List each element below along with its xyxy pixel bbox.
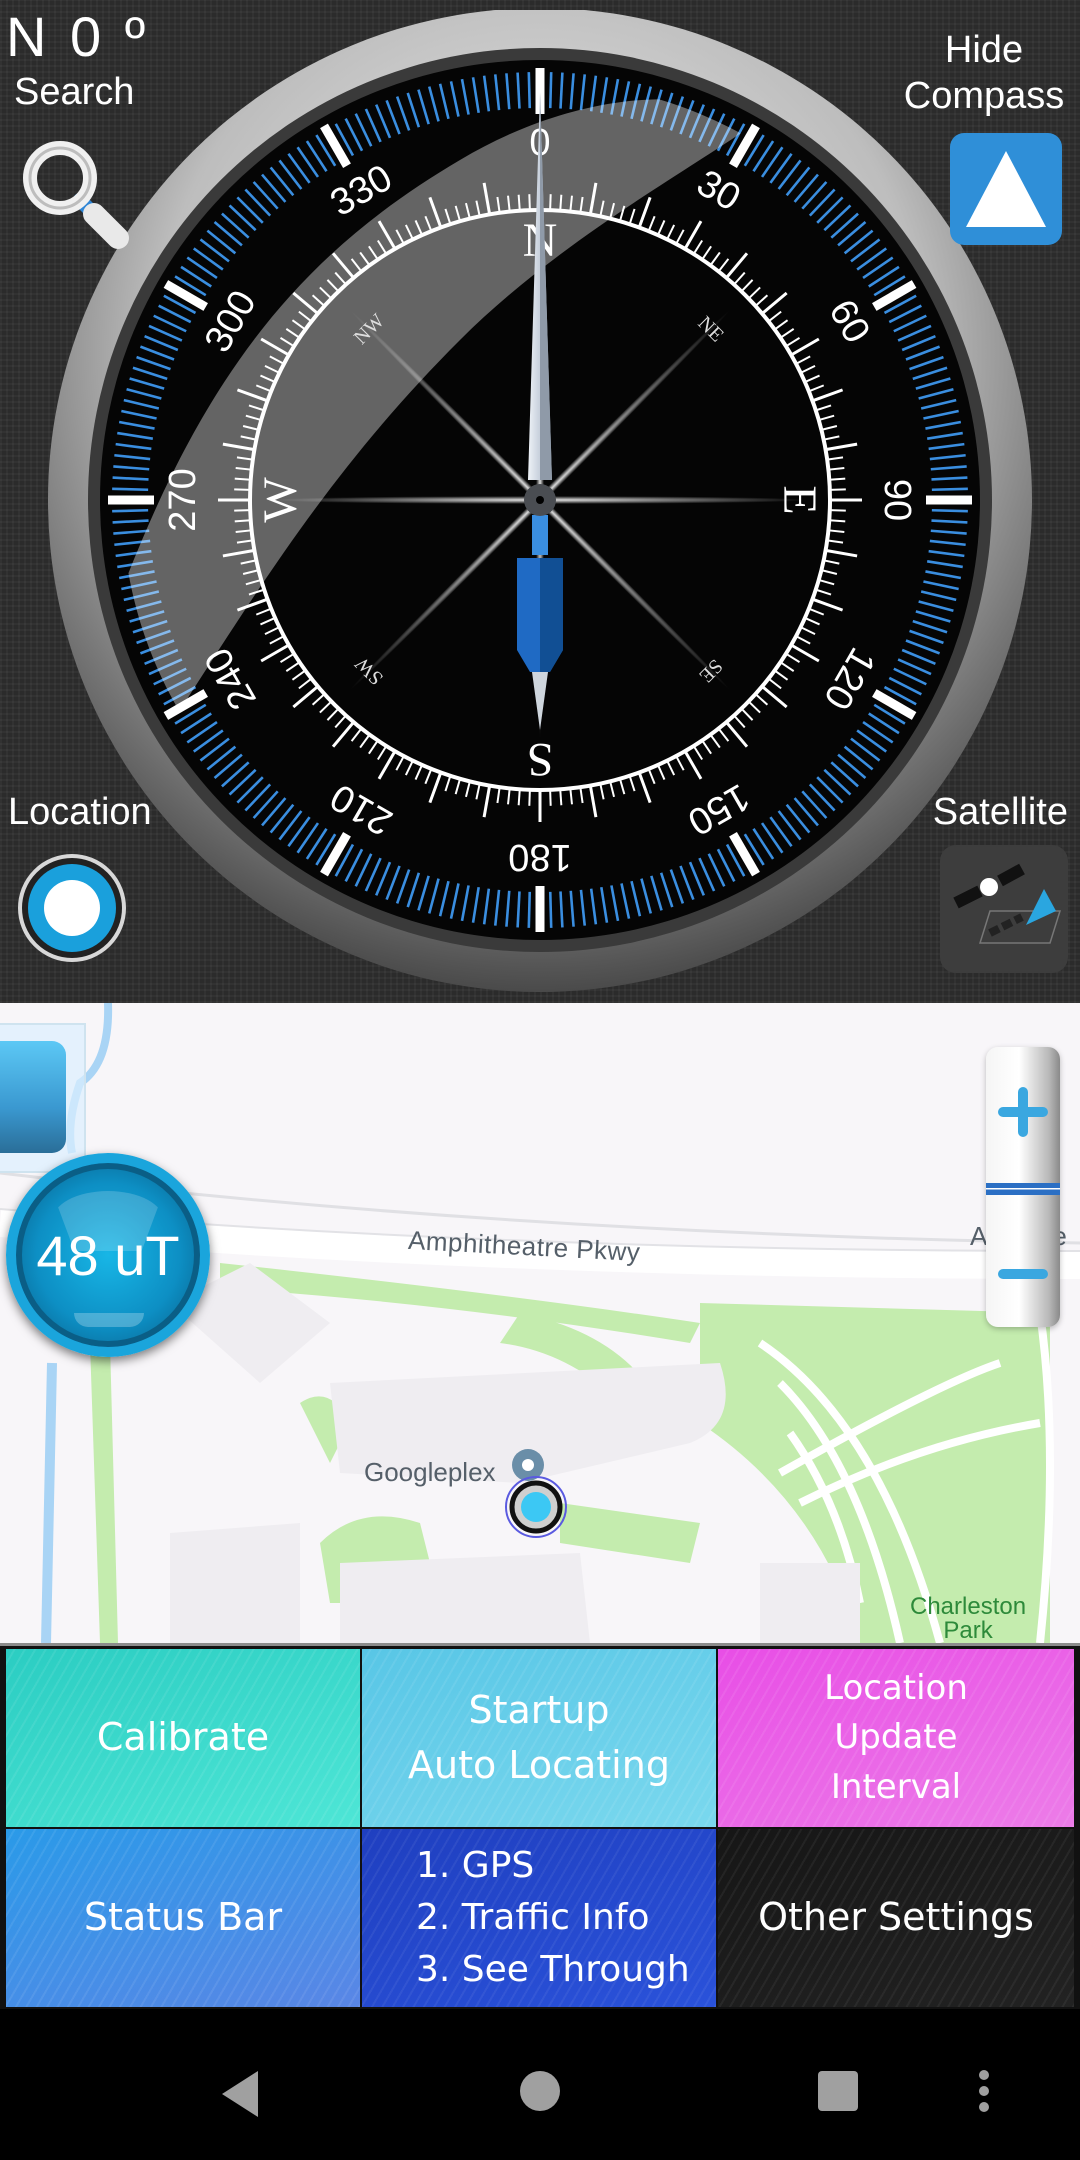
- blue-tick: [931, 487, 968, 492]
- calibrate-button[interactable]: Calibrate: [6, 1649, 360, 1827]
- location-label: Location: [8, 791, 152, 833]
- features-button[interactable]: 1. GPS 2. Traffic Info 3. See Through: [362, 1829, 716, 2007]
- search-label: Search: [14, 71, 135, 113]
- hide-compass-label-line1: Hide: [944, 29, 1024, 71]
- scale-minor-tick: [829, 477, 846, 481]
- blue-tick: [527, 72, 532, 109]
- blue-tick: [931, 508, 968, 513]
- dial-number-90: 90: [876, 479, 918, 521]
- more-vert-icon[interactable]: [976, 2069, 992, 2113]
- interval-label-line2: Update: [834, 1717, 958, 1758]
- blue-tick: [112, 487, 149, 492]
- blue-tick: [548, 891, 553, 928]
- park-label-line2: Park: [943, 1617, 993, 1643]
- scale-minor-tick: [829, 519, 846, 523]
- interval-label-line3: Interval: [830, 1766, 962, 1807]
- minus-icon: [998, 1269, 1048, 1279]
- hide-compass-label: Hide Compass: [894, 28, 1074, 119]
- my-location-marker-icon: [505, 1476, 567, 1538]
- dial-number-270: 270: [162, 468, 204, 531]
- interval-label-line1: Location: [824, 1668, 968, 1709]
- place-label: Googleplex: [364, 1457, 496, 1487]
- park-label: Charleston Park: [910, 1595, 1026, 1643]
- hide-compass-label-line2: Compass: [903, 74, 1065, 117]
- map-view[interactable]: Amphitheatre Pkwy A he Googleplex Charle…: [0, 1003, 1080, 1643]
- startup-label-line2: Auto Locating: [408, 1743, 670, 1787]
- triangle-up-icon: [966, 151, 1046, 227]
- compass-dial: 0306090120150180210240270300330 NESWNESE…: [48, 10, 1032, 992]
- status-bar-button[interactable]: Status Bar: [6, 1829, 360, 2007]
- zoom-control: [986, 1047, 1060, 1327]
- blue-tick: [548, 72, 553, 109]
- home-icon[interactable]: [518, 2069, 562, 2113]
- location-button[interactable]: [16, 852, 128, 964]
- satellite-label: Satellite: [932, 791, 1068, 833]
- scale-minor-tick: [549, 789, 552, 806]
- hide-compass-button[interactable]: [950, 133, 1062, 245]
- park-label-line1: Charleston: [910, 1593, 1027, 1620]
- location-target-icon: [18, 854, 126, 962]
- satellite-button[interactable]: [940, 845, 1068, 973]
- zoom-in-button[interactable]: [986, 1047, 1060, 1183]
- satellite-icon: [953, 863, 1062, 944]
- zoom-divider: [986, 1183, 1060, 1195]
- startup-auto-locating-button[interactable]: Startup Auto Locating: [362, 1649, 716, 1827]
- recents-icon[interactable]: [816, 2069, 860, 2113]
- startup-label-line1: Startup: [468, 1687, 610, 1732]
- scale-minor-tick: [559, 789, 563, 806]
- zoom-out-button[interactable]: [986, 1195, 1060, 1327]
- scale-minor-tick: [829, 509, 846, 512]
- back-icon[interactable]: [218, 2069, 262, 2119]
- scale-minor-tick: [528, 789, 531, 806]
- features-label-gps: 1. GPS: [416, 1844, 535, 1886]
- blue-tick: [112, 508, 149, 513]
- magnifier-icon: [23, 141, 129, 249]
- scale-minor-tick: [517, 789, 521, 806]
- features-label-traffic: 2. Traffic Info: [416, 1896, 650, 1938]
- search-button[interactable]: [10, 130, 130, 250]
- status-bar-label: Status Bar: [83, 1895, 283, 1940]
- features-label-see-through: 3. See Through: [416, 1949, 690, 1991]
- calibrate-label: Calibrate: [96, 1715, 270, 1760]
- compass-panel: 0306090120150180210240270300330 NESWNESE…: [0, 0, 1080, 1003]
- dial-number-180: 180: [508, 836, 571, 878]
- road-label-partial-left: A: [970, 1221, 988, 1251]
- location-update-interval-button[interactable]: Location Update Interval: [718, 1649, 1074, 1827]
- magnetic-field-badge[interactable]: 48 uT: [6, 1153, 210, 1357]
- heading-readout: N 0 º: [6, 5, 150, 68]
- other-settings-label: Other Settings: [758, 1895, 1034, 1940]
- settings-tiles: Calibrate Startup Auto Locating Location…: [0, 1643, 1080, 2012]
- other-settings-button[interactable]: Other Settings: [718, 1829, 1074, 2007]
- cardinal-S: S: [527, 733, 554, 786]
- blue-tick: [527, 891, 532, 928]
- scale-minor-tick: [829, 488, 846, 491]
- map-panel-toggle-button[interactable]: [0, 1023, 86, 1173]
- magnetic-field-value: 48 uT: [36, 1223, 180, 1287]
- system-nav-bar: [0, 2009, 1080, 2160]
